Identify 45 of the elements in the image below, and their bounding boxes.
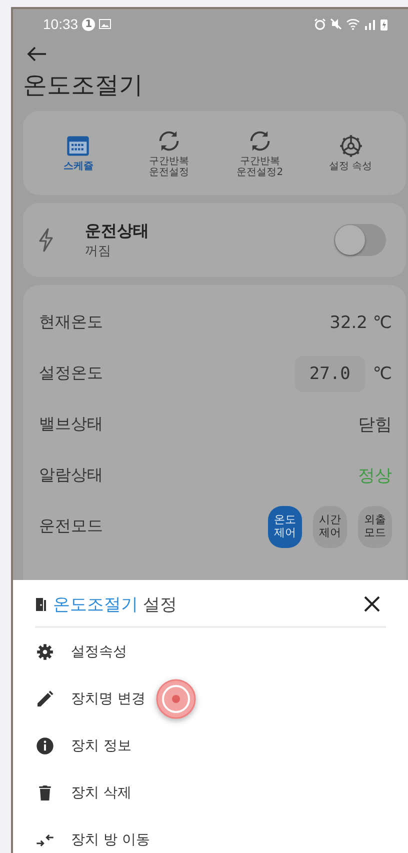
- row-value: 정상: [358, 465, 392, 487]
- tab[interactable]: 구간반복 운전설정: [124, 128, 214, 178]
- row-value: 닫힘: [358, 414, 392, 436]
- row-label: 알람상태: [39, 465, 103, 486]
- image-icon: [99, 19, 112, 29]
- sheet-title: 설정: [143, 594, 177, 616]
- menu-item[interactable]: 장치명 변경: [35, 675, 396, 722]
- signal-icon: [364, 18, 376, 30]
- menu-item[interactable]: 장치 정보: [35, 722, 396, 769]
- steering-wheel-icon: [338, 133, 364, 160]
- row-label: 운전모드: [39, 516, 103, 537]
- door-icon: [35, 597, 47, 611]
- mode-button[interactable]: 시간 제어: [313, 506, 347, 548]
- tab[interactable]: 설정 속성: [305, 133, 396, 173]
- back-arrow-icon: [27, 46, 47, 62]
- touch-indicator-icon: [155, 678, 198, 720]
- power-state: 꺼짐: [85, 242, 112, 260]
- unit-label: ℃: [372, 364, 392, 384]
- notification-badge: 1: [82, 18, 96, 30]
- mute-icon: [330, 18, 342, 30]
- toggle-switch[interactable]: [334, 224, 386, 256]
- menu-item[interactable]: 설정속성: [35, 628, 396, 675]
- row-value: 32.2 ℃: [330, 312, 392, 332]
- tab[interactable]: 스케쥴: [33, 133, 124, 173]
- alarm-icon: [314, 18, 326, 30]
- row-label: 설정온도: [39, 363, 103, 384]
- clock-time: 10:33: [43, 16, 78, 32]
- info-icon: [35, 736, 55, 756]
- power-title: 운전상태: [85, 220, 150, 242]
- pencil-icon: [35, 688, 55, 708]
- menu-item[interactable]: 장치 방 이동: [35, 816, 396, 853]
- menu-item[interactable]: 장치 삭제: [35, 769, 396, 816]
- row-label: 밸브상태: [39, 414, 103, 435]
- row-label: 현재온도: [39, 312, 103, 333]
- page-title: 온도조절기: [23, 70, 144, 101]
- mode-button[interactable]: 외출 모드: [358, 506, 392, 548]
- number-field[interactable]: 27.0: [294, 356, 365, 392]
- tab[interactable]: 구간반복 운전설정2: [214, 128, 306, 178]
- battery-icon: [380, 18, 388, 30]
- close-icon: [364, 596, 380, 612]
- lightning-icon: [37, 228, 55, 252]
- mode-button[interactable]: 온도 제어: [268, 506, 302, 548]
- wifi-icon: [346, 18, 360, 30]
- gear-icon: [35, 642, 55, 662]
- device-name: 온도조절기: [53, 594, 138, 616]
